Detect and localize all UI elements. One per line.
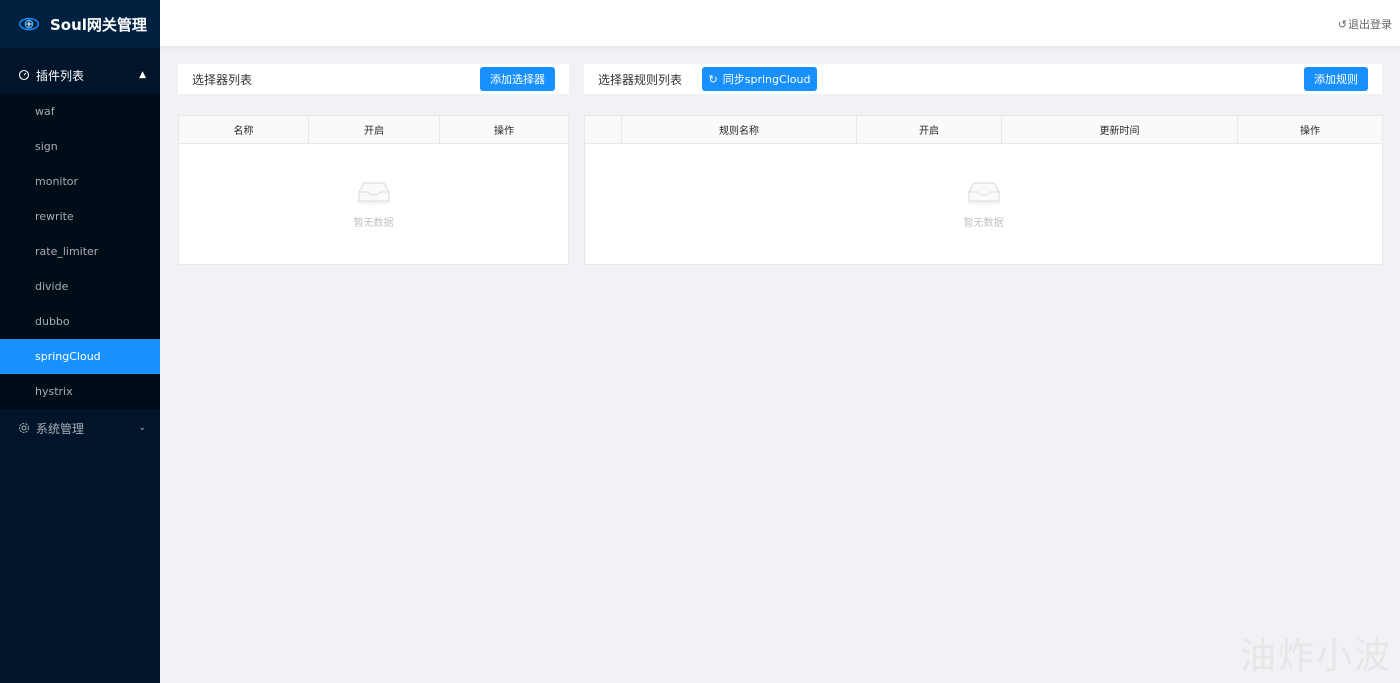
sidebar-item-label: dubbo <box>35 315 70 328</box>
sidebar-item-label: monitor <box>35 175 79 188</box>
logout-icon: ↺ <box>1337 17 1347 31</box>
sidebar-item-label: springCloud <box>35 350 101 363</box>
empty-inbox-icon <box>355 182 392 205</box>
sidebar-item-label: divide <box>35 280 69 293</box>
add-selector-button[interactable]: 添加选择器 <box>480 67 555 91</box>
selector-panel-title: 选择器列表 <box>192 73 253 87</box>
empty-text: 暂无数据 <box>353 218 394 229</box>
empty-text: 暂无数据 <box>963 218 1004 229</box>
header: ↺ 退出登录 <box>160 0 1400 46</box>
sidebar-item-sign[interactable]: sign <box>0 129 160 164</box>
empty-inbox-icon <box>965 182 1002 205</box>
column-header[interactable]: 开启 <box>857 116 1002 143</box>
sidebar: Soul网关管理 插件列表 ▲ waf sign monitor rewrite… <box>0 0 160 683</box>
column-header[interactable]: 操作 <box>1238 116 1382 143</box>
chevron-down-icon: ⌄ <box>138 423 146 433</box>
sidebar-item-label: rate_limiter <box>35 245 99 258</box>
empty-state: 暂无数据 <box>179 178 568 229</box>
selector-panel-header: 选择器列表 添加选择器 <box>178 64 569 94</box>
sync-springcloud-label: 同步springCloud <box>722 73 811 86</box>
sidebar-item-monitor[interactable]: monitor <box>0 164 160 199</box>
app-title: Soul网关管理 <box>50 15 147 34</box>
gateway-logo-icon <box>19 17 39 31</box>
system-menu-group[interactable]: 系统管理 ⌄ <box>0 409 160 447</box>
selector-table: 名称 开启 操作 暂无数据 <box>178 115 569 265</box>
sidebar-item-springcloud[interactable]: springCloud <box>0 339 160 374</box>
rule-table-header: 规则名称 开启 更新时间 操作 <box>585 116 1382 144</box>
add-selector-label: 添加选择器 <box>490 73 545 86</box>
plugins-menu-group[interactable]: 插件列表 ▲ <box>0 56 160 94</box>
rule-table: 规则名称 开启 更新时间 操作 暂无数据 <box>584 115 1383 265</box>
column-header[interactable]: 名称 <box>179 116 309 143</box>
chevron-up-icon: ▲ <box>139 70 146 80</box>
sync-springcloud-button[interactable]: ↻ 同步springCloud <box>702 67 817 91</box>
sidebar-item-label: hystrix <box>35 385 73 398</box>
rule-panel-title: 选择器规则列表 <box>598 73 683 87</box>
plugins-submenu: waf sign monitor rewrite rate_limiter di… <box>0 94 160 409</box>
sidebar-item-label: rewrite <box>35 210 74 223</box>
logout-button[interactable]: ↺ 退出登录 <box>1338 16 1392 32</box>
sidebar-item-rewrite[interactable]: rewrite <box>0 199 160 234</box>
column-header[interactable]: 更新时间 <box>1002 116 1238 143</box>
sidebar-item-label: waf <box>35 105 55 118</box>
dashboard-icon <box>18 69 30 81</box>
plugins-menu-label: 插件列表 <box>36 68 85 83</box>
rule-panel-header: 选择器规则列表 ↻ 同步springCloud 添加规则 <box>584 64 1382 94</box>
logo[interactable]: Soul网关管理 <box>0 0 160 48</box>
column-header <box>585 116 622 143</box>
sidebar-item-hystrix[interactable]: hystrix <box>0 374 160 409</box>
watermark: 油炸小波 <box>1239 636 1392 677</box>
sidebar-item-rate-limiter[interactable]: rate_limiter <box>0 234 160 269</box>
logout-label: 退出登录 <box>1348 18 1392 31</box>
sidebar-item-dubbo[interactable]: dubbo <box>0 304 160 339</box>
sidebar-item-waf[interactable]: waf <box>0 94 160 129</box>
setting-icon <box>18 422 30 434</box>
selector-table-header: 名称 开启 操作 <box>179 116 568 144</box>
system-menu-label: 系统管理 <box>36 421 85 436</box>
sync-icon: ↻ <box>708 72 718 86</box>
add-rule-label: 添加规则 <box>1314 73 1358 86</box>
add-rule-button[interactable]: 添加规则 <box>1304 67 1368 91</box>
empty-state: 暂无数据 <box>585 178 1382 229</box>
sidebar-item-divide[interactable]: divide <box>0 269 160 304</box>
sidebar-item-label: sign <box>35 140 58 153</box>
column-header[interactable]: 规则名称 <box>622 116 857 143</box>
column-header[interactable]: 操作 <box>440 116 568 143</box>
column-header[interactable]: 开启 <box>309 116 440 143</box>
